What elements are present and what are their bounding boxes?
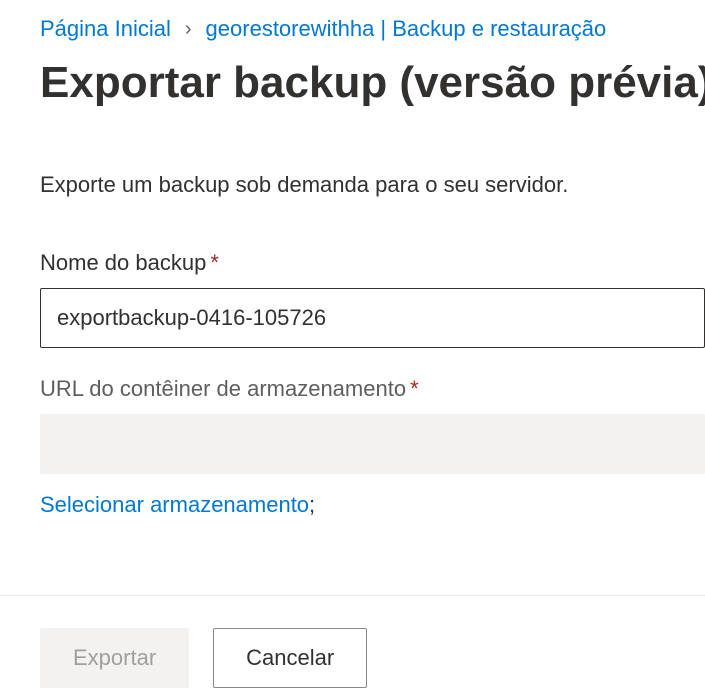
backup-name-label: Nome do backup* [40,250,705,276]
breadcrumb-home-link[interactable]: Página Inicial [40,16,171,42]
breadcrumb: Página Inicial › georestorewithha | Back… [40,16,705,42]
select-storage-row: Selecionar armazenamento; [40,492,705,518]
cancel-button[interactable]: Cancelar [213,628,367,688]
required-indicator: * [410,376,419,401]
page-title: Exportar backup (versão prévia) [40,58,705,108]
footer-actions: Exportar Cancelar [0,595,705,688]
storage-url-input [40,414,705,474]
select-storage-suffix: ; [309,492,315,517]
backup-name-field: Nome do backup* [40,250,705,348]
select-storage-link[interactable]: Selecionar armazenamento [40,492,309,517]
export-button[interactable]: Exportar [40,628,189,688]
storage-url-label: URL do contêiner de armazenamento* [40,376,705,402]
required-indicator: * [210,250,219,275]
chevron-right-icon: › [185,18,192,41]
breadcrumb-current-link[interactable]: georestorewithha | Backup e restauração [206,16,607,42]
backup-name-input[interactable] [40,288,705,348]
page-description: Exporte um backup sob demanda para o seu… [40,172,705,198]
storage-url-field: URL do contêiner de armazenamento* [40,376,705,474]
